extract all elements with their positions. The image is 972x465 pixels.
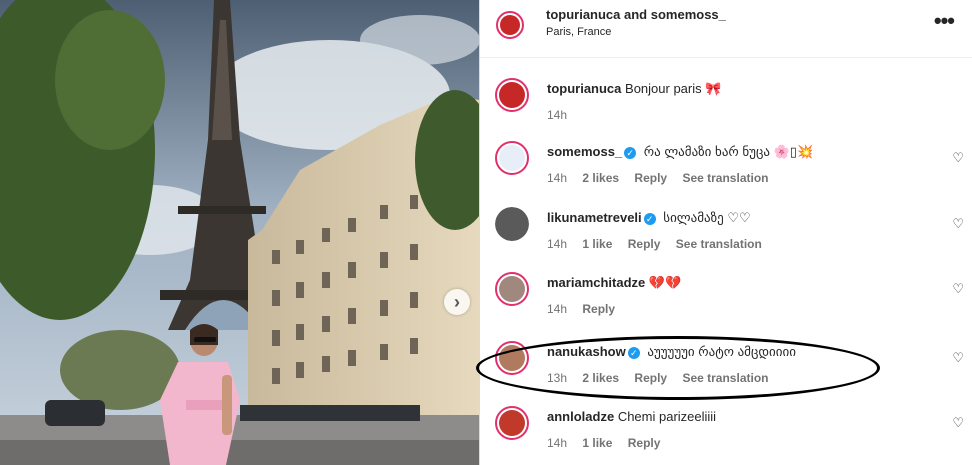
comment-username[interactable]: likunametreveli	[547, 210, 642, 225]
heart-outline-icon[interactable]: ♡	[952, 351, 964, 366]
comment-item: likunametreveli ✓ სილამაზე ♡♡ 14h 1 like …	[479, 207, 972, 267]
comment-meta: 13h 2 likes Reply See translation	[547, 371, 780, 385]
comment-username[interactable]: nanukashow	[547, 344, 626, 359]
comment-text: Chemi parizeeliiii	[617, 409, 717, 424]
heart-outline-icon[interactable]: ♡	[952, 282, 964, 297]
heart-outline-icon[interactable]: ♡	[952, 151, 964, 166]
comment-emoji: ♡♡	[727, 211, 751, 226]
comment-username[interactable]: somemoss_	[547, 144, 622, 159]
photo-scene	[0, 0, 479, 465]
comment-line: likunametreveli ✓ სილამაზე ♡♡	[547, 210, 751, 226]
commenter-avatar[interactable]	[495, 141, 529, 175]
likes-count[interactable]: 2 likes	[582, 171, 619, 185]
comment-meta: 14h	[547, 108, 579, 122]
likes-count[interactable]: 2 likes	[582, 371, 619, 385]
next-photo-button[interactable]: ›	[444, 289, 470, 315]
verified-badge-icon: ✓	[627, 346, 640, 359]
commenter-avatar[interactable]	[495, 272, 529, 306]
comment-line: mariamchitadze 💔💔	[547, 275, 681, 291]
see-translation-button[interactable]: See translation	[682, 371, 768, 385]
comment-line: nanukashow ✓ აუუუუუი რატო ამცდიიიი	[547, 344, 796, 360]
heart-outline-icon[interactable]: ♡	[952, 217, 964, 232]
comment-item: annloladze Chemi parizeeliiii 14h 1 like…	[479, 406, 972, 465]
comment-line: topurianuca Bonjour paris 🎀	[547, 81, 721, 97]
comment-text: აუუუუუი რატო ამცდიიიი	[647, 344, 796, 359]
comment-item: topurianuca Bonjour paris 🎀 14h	[479, 78, 972, 138]
comment-username[interactable]: annloladze	[547, 409, 614, 424]
reply-button[interactable]: Reply	[628, 436, 661, 450]
comment-line: somemoss_ ✓ რა ლამაზი ხარ ნუცა 🌸▯💥	[547, 144, 813, 160]
post-location[interactable]: Paris, France	[546, 26, 611, 38]
comment-item: nanukashow ✓ აუუუუუი რატო ამცდიიიი 13h 2 …	[479, 341, 972, 401]
comment-time: 14h	[547, 171, 568, 185]
see-translation-button[interactable]: See translation	[676, 237, 762, 251]
commenter-avatar[interactable]	[495, 207, 529, 241]
comment-time: 14h	[547, 436, 568, 450]
verified-badge-icon: ✓	[624, 146, 637, 159]
comment-text: სილამაზე	[663, 210, 724, 225]
commenter-avatar[interactable]	[495, 406, 529, 440]
more-horizontal-icon[interactable]: •••	[934, 8, 955, 34]
comment-time: 13h	[547, 371, 568, 385]
post-header: topurianuca and somemoss_ Paris, France …	[480, 0, 972, 58]
reply-button[interactable]: Reply	[634, 171, 667, 185]
reply-button[interactable]: Reply	[634, 371, 667, 385]
comment-username[interactable]: mariamchitadze	[547, 275, 645, 290]
commenter-avatar[interactable]	[495, 78, 529, 112]
likes-count[interactable]: 1 like	[582, 237, 612, 251]
chevron-right-icon: ›	[454, 292, 460, 312]
comment-line: annloladze Chemi parizeeliiii	[547, 409, 716, 424]
comment-meta: 14h 1 like Reply See translation	[547, 237, 774, 251]
heart-outline-icon[interactable]: ♡	[952, 416, 964, 431]
comment-emoji: 🎀	[705, 82, 722, 97]
comment-meta: 14h Reply	[547, 302, 627, 316]
post-photo: ›	[0, 0, 479, 465]
comment-emoji: 💔💔	[648, 276, 682, 291]
likes-count[interactable]: 1 like	[582, 436, 612, 450]
comment-meta: 14h 2 likes Reply See translation	[547, 171, 780, 185]
comment-item: somemoss_ ✓ რა ლამაზი ხარ ნუცა 🌸▯💥 14h 2 …	[479, 141, 972, 201]
comment-meta: 14h 1 like Reply	[547, 436, 672, 450]
reply-button[interactable]: Reply	[582, 302, 615, 316]
verified-badge-icon: ✓	[643, 212, 656, 225]
comment-emoji: 🌸▯💥	[773, 145, 814, 160]
post-authors[interactable]: topurianuca and somemoss_	[546, 7, 726, 22]
comment-item: mariamchitadze 💔💔 14h Reply ♡	[479, 272, 972, 332]
comment-time: 14h	[547, 108, 568, 122]
reply-button[interactable]: Reply	[628, 237, 661, 251]
comment-time: 14h	[547, 302, 568, 316]
comment-text: რა ლამაზი ხარ ნუცა	[643, 144, 770, 159]
comment-username[interactable]: topurianuca	[547, 81, 621, 96]
see-translation-button[interactable]: See translation	[682, 171, 768, 185]
author-avatar[interactable]	[496, 11, 524, 39]
comment-time: 14h	[547, 237, 568, 251]
commenter-avatar[interactable]	[495, 341, 529, 375]
comment-text: Bonjour paris	[625, 81, 702, 96]
